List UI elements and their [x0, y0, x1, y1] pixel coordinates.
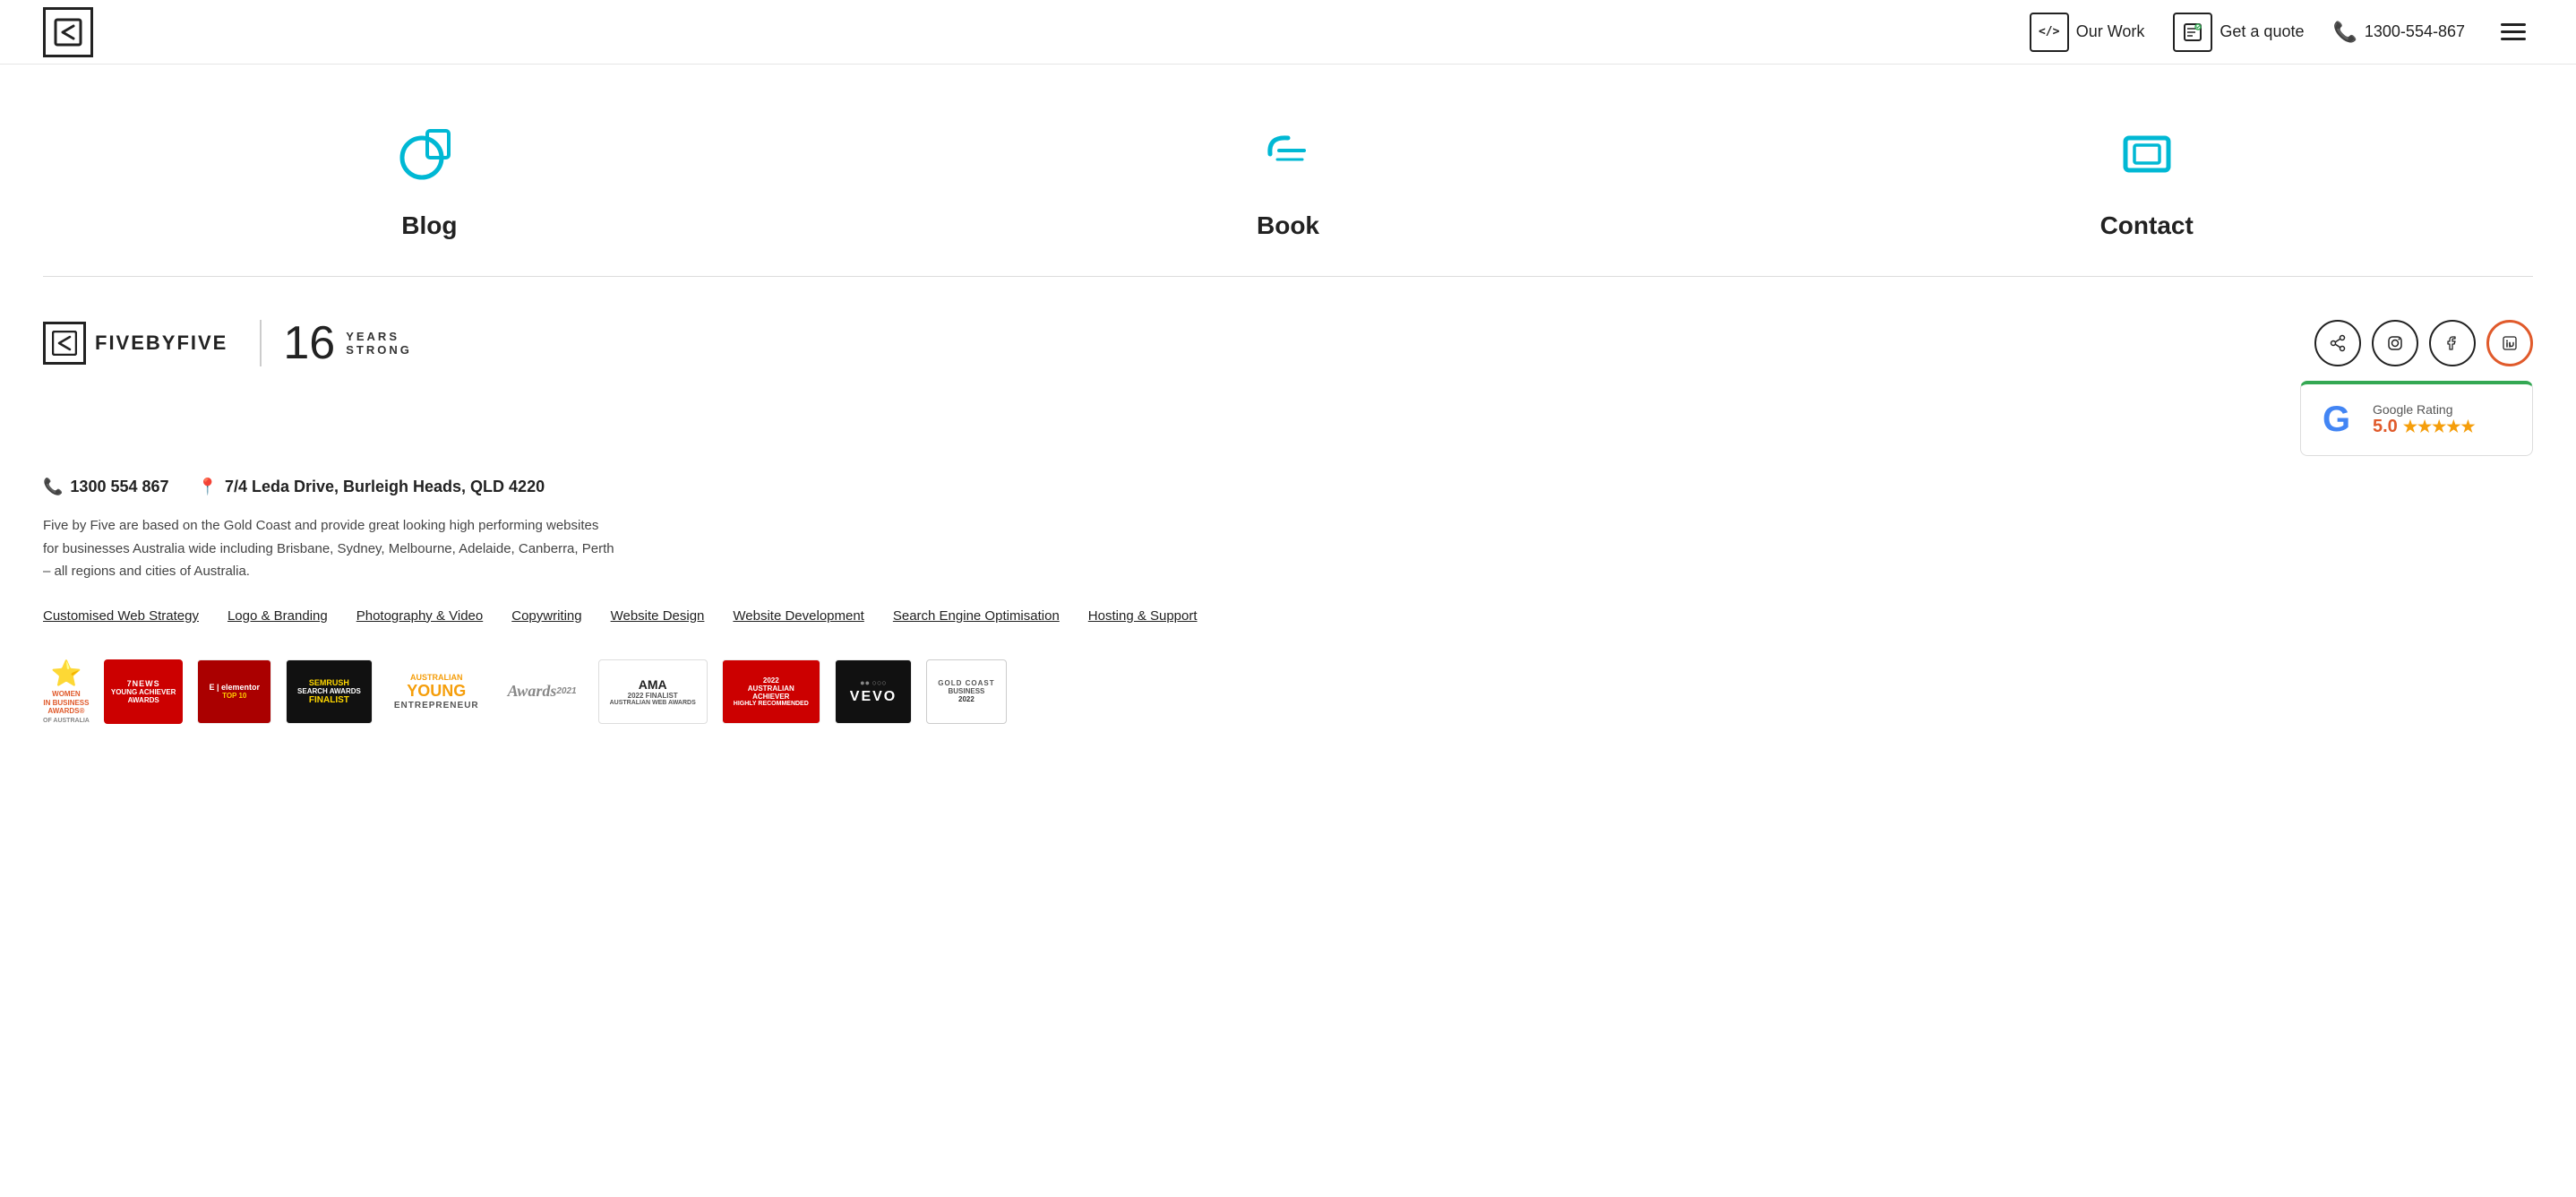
footer-phone-number: 1300 554 867 [70, 478, 168, 496]
badge-elementor: E | elementor TOP 10 [197, 659, 271, 724]
rating-number: 5.0 [2373, 417, 2398, 437]
footer-link-7[interactable]: Hosting & Support [1088, 608, 1198, 624]
rating-score: 5.0 ★★★★★ [2373, 417, 2476, 437]
contact-section[interactable]: Contact [1717, 118, 2576, 240]
instagram-button[interactable] [2372, 320, 2418, 366]
footer-address: 📍 7/4 Leda Drive, Burleigh Heads, QLD 42… [198, 478, 545, 496]
footer-brand-name: FIVEBYFIVE [95, 332, 228, 355]
footer-logo-area: FIVEBYFIVE 16 YEARS STRONG [43, 320, 412, 366]
logo-icon [43, 7, 93, 57]
blog-label: Blog [401, 211, 457, 240]
footer-link-0[interactable]: Customised Web Strategy [43, 608, 199, 624]
contact-icon [2111, 118, 2183, 190]
footer-years: 16 YEARS STRONG [260, 320, 411, 366]
footer-link-5[interactable]: Website Development [733, 608, 863, 624]
badge-young-achiever: 7NEWS YOUNG ACHIEVER AWARDS [104, 659, 184, 724]
linkedin-button[interactable] [2486, 320, 2533, 366]
hamburger-menu[interactable] [2494, 16, 2533, 47]
phone-icon: 📞 [43, 478, 63, 496]
years-number: 16 [283, 320, 335, 366]
badge-ama: AMA 2022 FINALIST AUSTRALIAN WEB AWARDS [598, 659, 708, 724]
footer-links: Customised Web Strategy Logo & Branding … [43, 608, 2533, 624]
footer-link-4[interactable]: Website Design [611, 608, 705, 624]
footer-link-3[interactable]: Copywriting [511, 608, 581, 624]
get-quote-nav[interactable]: Get a quote [2173, 13, 2304, 52]
rating-info: Google Rating 5.0 ★★★★★ [2373, 402, 2476, 437]
badge-vevo: ●● ○○○ VEVO [835, 659, 912, 724]
svg-text:G: G [2323, 400, 2350, 435]
rating-stars: ★★★★★ [2403, 418, 2476, 436]
our-work-label: Our Work [2076, 22, 2145, 41]
main-nav: </> Our Work Get a quote 📞 1300-554-867 [2030, 13, 2533, 52]
social-icons [2314, 320, 2533, 366]
site-footer: FIVEBYFIVE 16 YEARS STRONG [0, 277, 2576, 745]
badge-au-young-entrepreneur: AUSTRALIAN YOUNG ENTREPRENEUR [387, 659, 486, 724]
footer-right: G Google Rating 5.0 ★★★★★ [2300, 320, 2533, 456]
footer-link-6[interactable]: Search Engine Optimisation [893, 608, 1060, 624]
rating-label: Google Rating [2373, 402, 2476, 417]
footer-phone[interactable]: 📞 1300 554 867 [43, 478, 169, 496]
book-label: Book [1257, 211, 1319, 240]
share-button[interactable] [2314, 320, 2361, 366]
badge-australian-achiever: 2022 AUSTRALIAN ACHIEVER HIGHLY RECOMMEN… [722, 659, 820, 724]
google-rating-box[interactable]: G Google Rating 5.0 ★★★★★ [2300, 381, 2533, 456]
years-label1: YEARS [346, 330, 412, 343]
google-g-icon: G [2323, 399, 2358, 441]
get-quote-icon [2173, 13, 2212, 52]
blog-icon [393, 118, 465, 190]
awards-badges-row: ⭐ WOMENIN BUSINESSAWARDS® OF AUSTRALIA 7… [43, 659, 2533, 724]
contact-label: Contact [2100, 211, 2194, 240]
location-icon: 📍 [198, 478, 218, 496]
footer-link-2[interactable]: Photography & Video [356, 608, 484, 624]
footer-contact: 📞 1300 554 867 📍 7/4 Leda Drive, Burleig… [43, 478, 2533, 496]
badge-gold-coast: GOLD COAST BUSINESS 2022 [926, 659, 1006, 724]
main-icons-section: Blog Book Contact [0, 65, 2576, 276]
badge-women: ⭐ WOMENIN BUSINESSAWARDS® OF AUSTRALIA [43, 659, 90, 724]
site-header: </> Our Work Get a quote 📞 1300-554-867 [0, 0, 2576, 65]
book-section[interactable]: Book [859, 118, 1718, 240]
footer-address-text: 7/4 Leda Drive, Burleigh Heads, QLD 4220 [225, 478, 545, 496]
blog-section[interactable]: Blog [0, 118, 859, 240]
facebook-button[interactable] [2429, 320, 2476, 366]
years-label2: STRONG [346, 343, 412, 357]
our-work-icon: </> [2030, 13, 2069, 52]
get-quote-label: Get a quote [2220, 22, 2304, 41]
logo-area[interactable] [43, 7, 93, 57]
badge-semrush: SEMRUSH SEARCH AWARDS FINALIST [286, 659, 373, 724]
footer-top: FIVEBYFIVE 16 YEARS STRONG [43, 320, 2533, 456]
footer-logo-icon [43, 322, 86, 365]
book-icon [1252, 118, 1324, 190]
badge-awards-2021: Awards 2021 [501, 659, 584, 724]
footer-link-1[interactable]: Logo & Branding [228, 608, 328, 624]
footer-description: Five by Five are based on the Gold Coast… [43, 514, 616, 583]
phone-number: 1300-554-867 [2365, 22, 2465, 41]
phone-nav[interactable]: 📞 1300-554-867 [2332, 21, 2465, 44]
our-work-nav[interactable]: </> Our Work [2030, 13, 2145, 52]
